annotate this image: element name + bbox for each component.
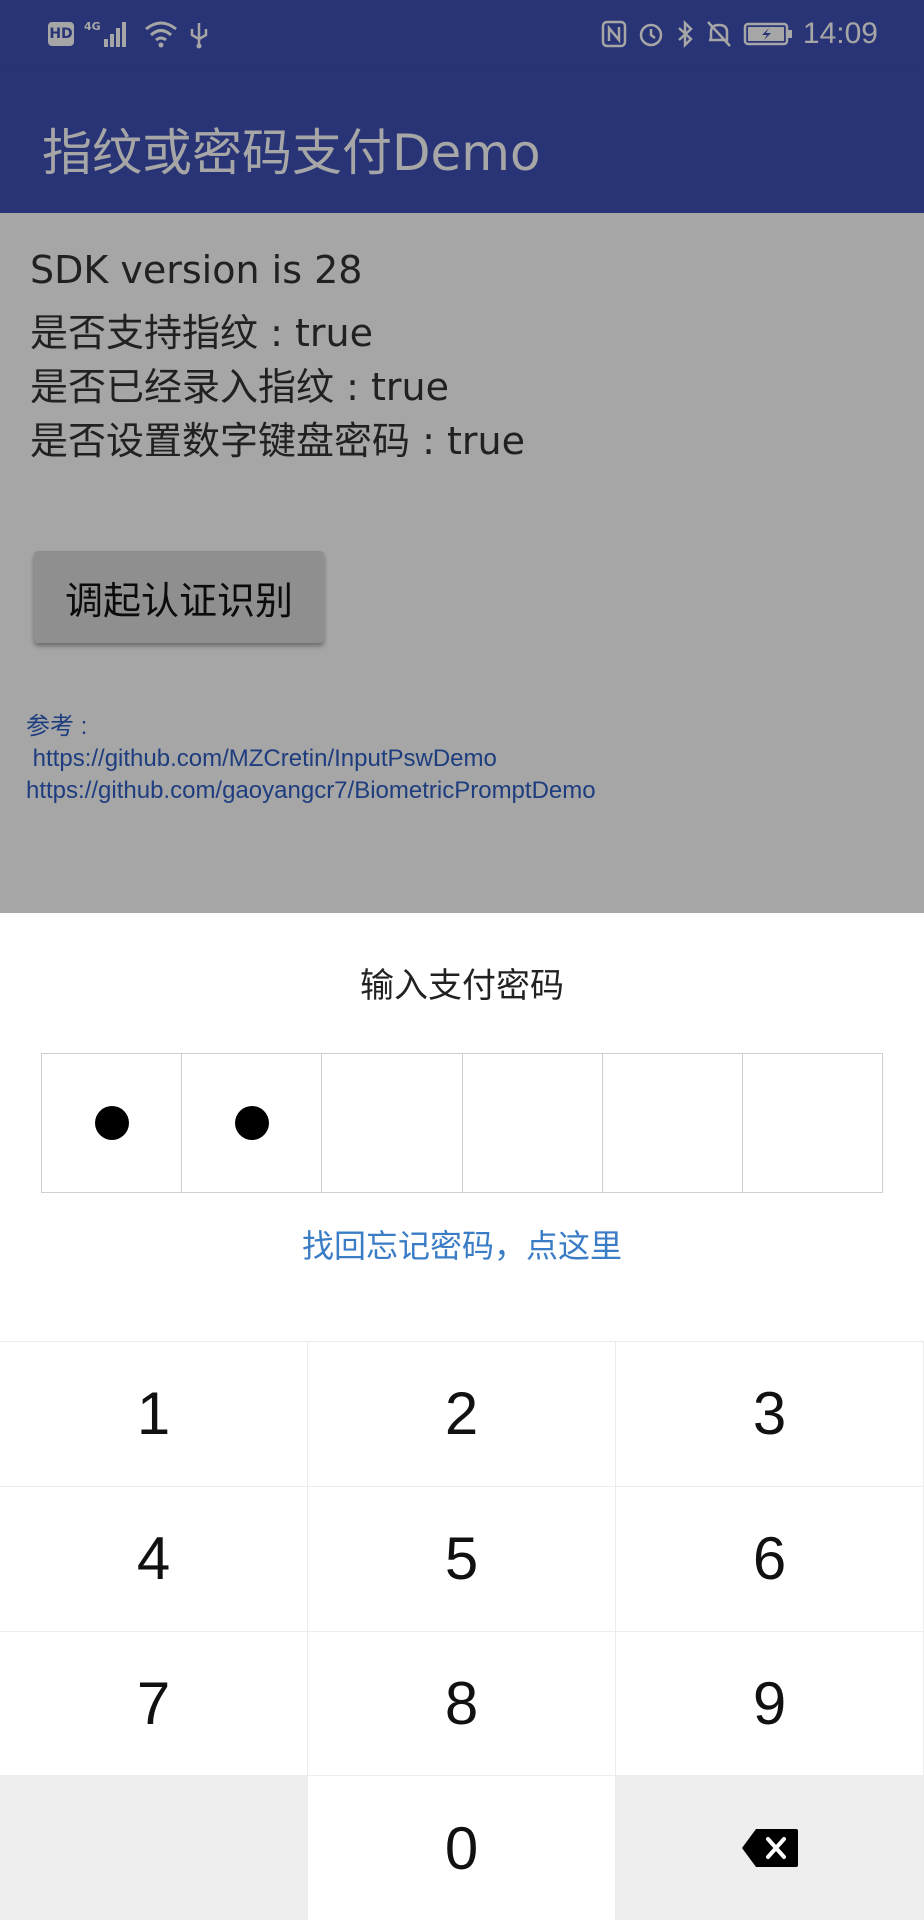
keypad-key-3[interactable]: 3 bbox=[616, 1341, 924, 1486]
forgot-password-link[interactable]: 找回忘记密码，点这里 bbox=[0, 1221, 924, 1267]
keypad-blank bbox=[0, 1775, 308, 1920]
password-dot bbox=[94, 1106, 129, 1140]
keypad-key-2[interactable]: 2 bbox=[308, 1341, 616, 1486]
keypad-key-5[interactable]: 5 bbox=[308, 1485, 616, 1631]
password-box bbox=[463, 1054, 603, 1192]
keypad-key-8[interactable]: 8 bbox=[308, 1630, 616, 1776]
keypad-delete-button[interactable] bbox=[616, 1775, 924, 1920]
password-box bbox=[42, 1054, 183, 1192]
password-box bbox=[743, 1054, 882, 1192]
keypad-key-6[interactable]: 6 bbox=[616, 1485, 924, 1631]
number-keypad: 123 456 7890 bbox=[0, 1341, 924, 1920]
keypad-key-9[interactable]: 9 bbox=[616, 1630, 924, 1776]
keypad-key-7[interactable]: 7 bbox=[0, 1630, 308, 1776]
password-box bbox=[603, 1054, 743, 1192]
keypad-key-1[interactable]: 1 bbox=[0, 1341, 308, 1486]
password-boxes[interactable] bbox=[41, 1053, 883, 1193]
password-box bbox=[182, 1054, 323, 1192]
password-sheet: 输入支付密码 找回忘记密码，点这里 123 456 7890 bbox=[0, 913, 924, 1920]
dim-overlay[interactable] bbox=[0, 0, 924, 913]
keypad-key-4[interactable]: 4 bbox=[0, 1485, 308, 1631]
sheet-title: 输入支付密码 bbox=[360, 966, 564, 1006]
password-box bbox=[322, 1054, 463, 1192]
backspace-icon bbox=[740, 1814, 800, 1883]
password-dot bbox=[234, 1106, 269, 1140]
keypad-key-0[interactable]: 0 bbox=[308, 1775, 616, 1920]
